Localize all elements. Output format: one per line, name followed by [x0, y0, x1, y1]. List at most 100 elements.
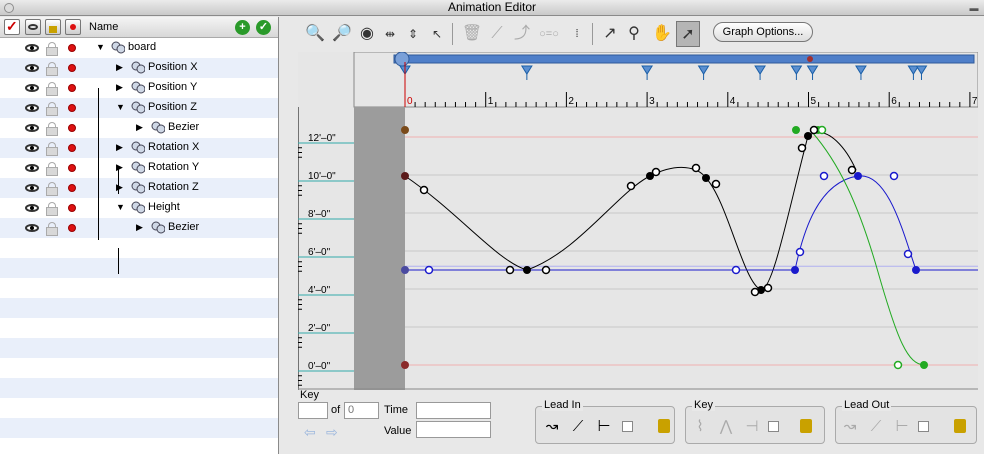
accept-button[interactable]: ✓	[256, 20, 271, 35]
tangent-handle[interactable]	[903, 249, 913, 259]
hand-pan-icon[interactable]: ✋	[650, 21, 674, 47]
tangent-handle[interactable]	[763, 283, 773, 293]
key-point[interactable]	[854, 172, 862, 180]
lock-icon[interactable]	[46, 202, 58, 216]
tangent-handle[interactable]	[889, 171, 899, 181]
record-column-icon[interactable]	[65, 19, 81, 35]
vertical-key-icon[interactable]: ⁞	[565, 21, 589, 47]
visibility-eye-icon[interactable]	[25, 84, 39, 92]
key-corner-icon[interactable]: ⋀	[716, 417, 736, 437]
tangent-handle[interactable]	[731, 265, 741, 275]
tangent-handle[interactable]	[795, 247, 805, 257]
lock-column-icon[interactable]	[45, 19, 61, 35]
arrow-tool-icon[interactable]: ➚	[676, 21, 700, 47]
previous-key-arrow-icon[interactable]: ⇦	[304, 425, 320, 439]
tree-row[interactable]: ▼ board	[0, 38, 278, 58]
lead-out-lock-icon[interactable]	[954, 419, 966, 433]
key-point[interactable]	[401, 361, 409, 369]
visibility-eye-icon[interactable]	[25, 224, 39, 232]
tree-row[interactable]: ▶ Rotation Z	[0, 178, 278, 198]
next-key-arrow-icon[interactable]: ⇨	[326, 425, 342, 439]
time-field[interactable]	[416, 402, 491, 419]
tangent-handle[interactable]	[847, 165, 857, 175]
visibility-eye-icon[interactable]	[25, 124, 39, 132]
fit-horizontal-icon[interactable]: ⇹	[378, 21, 402, 47]
record-dot-icon[interactable]	[68, 144, 76, 152]
collapse-panel-button[interactable]: «	[278, 20, 279, 35]
lock-icon[interactable]	[46, 102, 58, 116]
lead-out-linear-icon[interactable]: ⟋	[866, 417, 886, 437]
lock-icon[interactable]	[46, 222, 58, 236]
value-field[interactable]	[416, 421, 491, 438]
key-point[interactable]	[401, 266, 409, 274]
key-point[interactable]	[920, 361, 928, 369]
record-dot-icon[interactable]	[68, 164, 76, 172]
tree-row[interactable]: ▼ Height	[0, 198, 278, 218]
key-checkbox[interactable]	[768, 421, 779, 432]
tangent-handle[interactable]	[809, 125, 819, 135]
tangent-handle[interactable]	[424, 265, 434, 275]
record-dot-icon[interactable]	[68, 64, 76, 72]
record-dot-icon[interactable]	[68, 204, 76, 212]
tree-row[interactable]: ▶ Rotation X	[0, 138, 278, 158]
add-key-icon[interactable]: ↗	[598, 21, 622, 47]
key-point[interactable]	[401, 172, 409, 180]
tangent-handle[interactable]	[819, 171, 829, 181]
key-point[interactable]	[912, 266, 920, 274]
current-time-marker[interactable]	[807, 56, 813, 62]
lock-icon[interactable]	[46, 142, 58, 156]
record-dot-icon[interactable]	[68, 104, 76, 112]
visibility-eye-icon[interactable]	[25, 164, 39, 172]
tree-row[interactable]: ▼ Position Z	[0, 98, 278, 118]
smooth-key-icon[interactable]: ⟋	[485, 21, 509, 47]
tangent-handle[interactable]	[750, 287, 760, 297]
tree-row[interactable]: ▶ Rotation Y	[0, 158, 278, 178]
key-index-field[interactable]	[298, 402, 328, 419]
checkmark-column-icon[interactable]: ✓	[4, 18, 20, 35]
record-dot-icon[interactable]	[68, 224, 76, 232]
disclosure-collapsed-icon[interactable]: ▶	[116, 142, 123, 153]
visibility-eye-icon[interactable]	[25, 104, 39, 112]
tangent-handle[interactable]	[711, 179, 721, 189]
key-point[interactable]	[523, 266, 531, 274]
lock-icon[interactable]	[46, 182, 58, 196]
lock-icon[interactable]	[46, 62, 58, 76]
tangent-handle[interactable]	[893, 360, 903, 370]
disclosure-expanded-icon[interactable]: ▼	[96, 42, 105, 52]
lead-out-checkbox[interactable]	[918, 421, 929, 432]
tangent-handle[interactable]	[797, 143, 807, 153]
lead-out-curve-icon[interactable]: ↝	[840, 417, 860, 437]
tangent-handle[interactable]	[691, 163, 701, 173]
visibility-eye-icon[interactable]	[25, 204, 39, 212]
lead-in-curve-icon[interactable]: ↝	[542, 417, 562, 437]
graph-options-button[interactable]: Graph Options...	[713, 22, 813, 42]
lock-icon[interactable]	[46, 122, 58, 136]
record-dot-icon[interactable]	[68, 44, 76, 52]
key-point[interactable]	[804, 132, 812, 140]
zoom-out-icon[interactable]: 🔎	[330, 21, 354, 47]
visibility-eye-icon[interactable]	[25, 64, 39, 72]
tree-row[interactable]: ▶ Position X	[0, 58, 278, 78]
key-step-icon[interactable]: ⊣	[742, 417, 762, 437]
record-dot-icon[interactable]	[68, 184, 76, 192]
disclosure-collapsed-icon[interactable]: ▶	[116, 62, 123, 73]
disclosure-collapsed-icon[interactable]: ▶	[136, 222, 143, 233]
tangent-handle[interactable]	[419, 185, 429, 195]
close-window-button[interactable]	[4, 3, 14, 13]
key-smooth-icon[interactable]: ⌇	[690, 417, 710, 437]
visibility-eye-icon[interactable]	[25, 44, 39, 52]
tangent-handle[interactable]	[626, 181, 636, 191]
key-point[interactable]	[791, 266, 799, 274]
disclosure-expanded-icon[interactable]: ▼	[116, 102, 125, 112]
tangent-handle[interactable]	[817, 125, 827, 135]
linear-key-icon[interactable]: ⤴	[510, 21, 534, 47]
key-lock-icon[interactable]	[800, 419, 812, 433]
key-point[interactable]	[792, 126, 800, 134]
key-point[interactable]	[401, 126, 409, 134]
visibility-eye-icon[interactable]	[25, 144, 39, 152]
disclosure-expanded-icon[interactable]: ▼	[116, 202, 125, 212]
select-icon[interactable]: ↖	[425, 21, 449, 47]
tree-row[interactable]: ▶ Bezier	[0, 118, 278, 138]
lead-in-lock-icon[interactable]	[658, 419, 670, 433]
playback-range-bar[interactable]	[393, 54, 975, 64]
